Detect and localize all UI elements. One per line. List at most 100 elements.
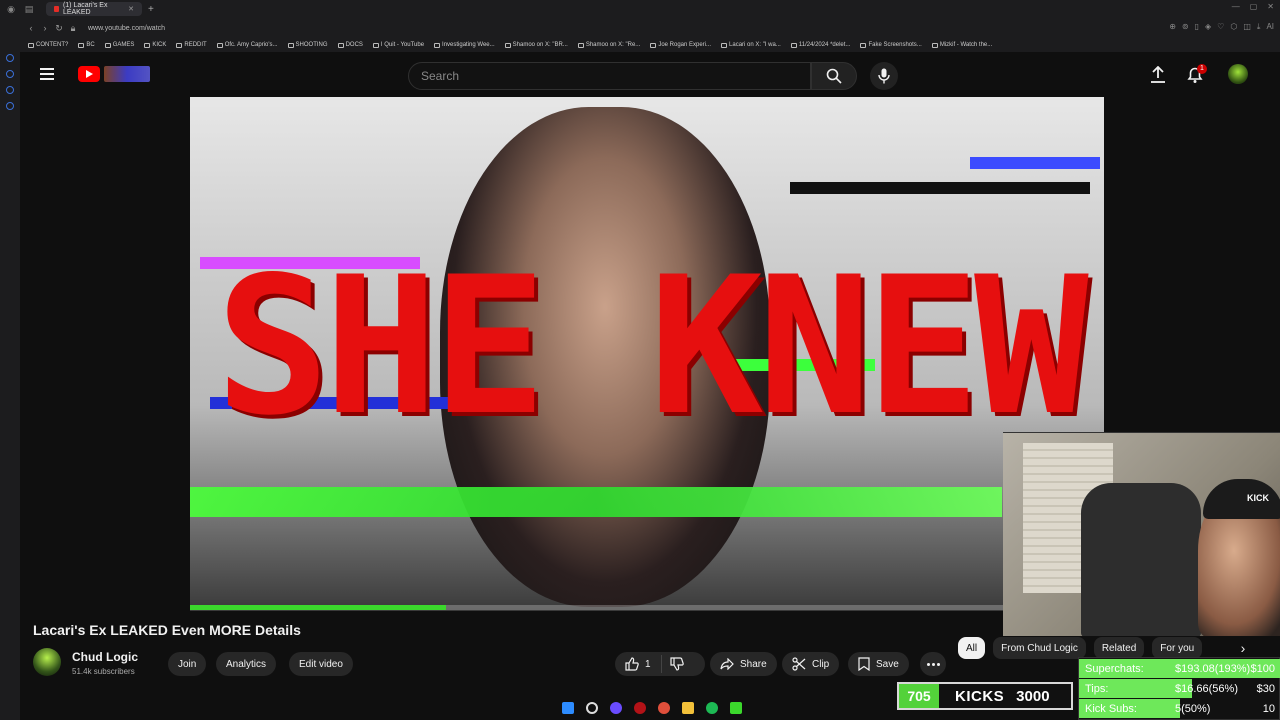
kicks-goal: 3000 (1016, 687, 1050, 705)
extension-icon[interactable]: ⊚ (1182, 22, 1189, 32)
maximize-icon[interactable]: ▢ (1250, 2, 1258, 11)
new-tab-icon[interactable]: + (148, 4, 154, 15)
folder-icon (337, 42, 344, 48)
more-dots-icon (936, 662, 940, 666)
close-window-icon[interactable]: ✕ (1267, 2, 1274, 11)
forward-icon[interactable]: › (38, 23, 52, 33)
video-progress-bar[interactable] (190, 605, 1104, 610)
gaming-chair (1081, 483, 1201, 636)
dislike-button[interactable] (662, 657, 684, 671)
chip-for-you[interactable]: For you (1152, 637, 1203, 659)
kicks-label: KICKS (955, 687, 1005, 705)
upload-icon[interactable] (1150, 66, 1166, 84)
bookmark-item[interactable]: Ofc. Amy Caprio's... (216, 42, 278, 48)
site-icon (434, 42, 441, 48)
bookmark-item[interactable]: Lacari on X: "I wa... (721, 42, 781, 48)
sidebar-icon[interactable] (6, 54, 14, 62)
bookmark-item[interactable]: KICK (144, 42, 166, 48)
channel-brand-art[interactable] (104, 66, 150, 82)
search-placeholder: Search (421, 69, 460, 83)
youtube-logo-icon[interactable] (78, 66, 100, 82)
x-icon (504, 42, 511, 48)
search-icon[interactable] (586, 702, 598, 714)
bookmark-item[interactable]: REDDIT (176, 42, 207, 48)
chrome-icon[interactable] (658, 702, 670, 714)
minimize-icon[interactable]: — (1232, 2, 1240, 11)
channel-avatar[interactable] (33, 648, 61, 676)
bookmark-item[interactable]: I Quit - YouTube (372, 42, 424, 48)
reload-icon[interactable]: ↻ (52, 23, 66, 34)
streamer-cap: KICK (1203, 479, 1280, 519)
extension-icon[interactable]: ▯ (1195, 22, 1199, 32)
subscriber-count: 51.4k subscribers (72, 667, 135, 676)
sidebar-icon[interactable] (6, 86, 14, 94)
opera-icon[interactable] (634, 702, 646, 714)
ai-icon[interactable]: AI (1266, 22, 1274, 32)
video-player[interactable]: SHE KNEW (190, 97, 1104, 611)
bookmark-item[interactable]: Joe Rogan Experi... (650, 42, 711, 48)
chip-related[interactable]: Related (1093, 637, 1145, 659)
sidebar-icon[interactable] (6, 102, 14, 110)
zoom-icon[interactable]: ⊕ (1169, 22, 1176, 32)
save-button[interactable]: Save (848, 652, 909, 676)
bookmark-item[interactable]: SHOOTING (287, 42, 328, 48)
youtube-favicon-icon (54, 6, 59, 12)
more-actions-button[interactable] (920, 652, 946, 676)
channel-name[interactable]: Chud Logic (72, 650, 138, 664)
folder-icon[interactable] (682, 702, 694, 714)
app-icon[interactable] (730, 702, 742, 714)
account-avatar[interactable] (1228, 64, 1248, 84)
site-icon (860, 42, 867, 48)
back-icon[interactable]: ‹ (24, 23, 38, 33)
bookmark-item[interactable]: GAMES (104, 42, 134, 48)
bookmark-item[interactable]: 11/24/2024 *delet... (790, 42, 850, 48)
spotify-icon[interactable] (706, 702, 718, 714)
superchats-row: Superchats: $193.08(193%) $100 (1079, 659, 1280, 678)
address-bar: ‹ › ↻ 🔒︎ www.youtube.com/watch ⊕ ⊚ ▯ ◈ ♡… (0, 18, 1280, 38)
heart-icon[interactable]: ♡ (1217, 22, 1224, 32)
tab-list-icon[interactable]: ▤ (22, 2, 36, 16)
search-button[interactable] (811, 62, 857, 90)
voice-search-button[interactable] (870, 62, 898, 90)
lock-icon: 🔒︎ (70, 22, 76, 33)
video-progress-fill (190, 605, 446, 610)
thumbs-up-icon (625, 657, 639, 671)
like-button[interactable]: 1 (615, 655, 662, 673)
search-input[interactable]: Search (408, 62, 811, 90)
bookmark-item[interactable]: Investigating Wee... (434, 42, 495, 48)
folder-icon (104, 42, 111, 48)
join-button[interactable]: Join (168, 652, 207, 676)
chevron-right-icon[interactable]: › (1232, 637, 1254, 659)
bookmark-item[interactable]: Fake Screenshots... (860, 42, 922, 48)
youtube-header: Search 1 (20, 52, 1280, 97)
bookmark-item[interactable]: BC (78, 42, 95, 48)
bookmark-item[interactable]: Mizkif - Watch the... (931, 42, 992, 48)
browser-tab-active[interactable]: (1) Lacari's Ex LEAKED ✕ (46, 2, 142, 16)
bookmark-item[interactable]: Shamoo on X: "Re... (577, 42, 640, 48)
sidebar-icon[interactable] (6, 70, 14, 78)
share-icon (720, 658, 734, 670)
close-tab-icon[interactable]: ✕ (128, 5, 134, 13)
app-icon[interactable] (610, 702, 622, 714)
site-icon (650, 42, 657, 48)
folder-icon (287, 42, 294, 48)
bookmark-item[interactable]: Shamoo on X: "BR... (504, 42, 568, 48)
windows-start-icon[interactable] (562, 702, 574, 714)
url-field[interactable]: www.youtube.com/watch (88, 25, 165, 32)
shield-icon[interactable]: ◈ (1205, 22, 1211, 32)
download-icon[interactable]: ⤓ (1257, 22, 1261, 32)
extension-icon[interactable]: ◫ (1243, 22, 1251, 32)
clip-button[interactable]: Clip (782, 652, 840, 676)
analytics-button[interactable]: Analytics (216, 652, 277, 676)
taskbar (500, 698, 750, 718)
bookmark-item[interactable]: DOCS (337, 42, 363, 48)
browser-tabbar: ◉ ▤ (1) Lacari's Ex LEAKED ✕ + — ▢ ✕ (0, 0, 1280, 18)
edit-video-button[interactable]: Edit video (289, 652, 353, 676)
browser-menu-icon[interactable]: ◉ (4, 2, 18, 16)
menu-icon[interactable] (40, 68, 54, 80)
chip-from-channel[interactable]: From Chud Logic (993, 637, 1086, 659)
extension-icon[interactable]: ⬡ (1230, 22, 1237, 32)
bookmark-item[interactable]: CONTENT? (28, 42, 68, 48)
chip-all[interactable]: All (958, 637, 986, 659)
share-button[interactable]: Share (710, 652, 777, 676)
